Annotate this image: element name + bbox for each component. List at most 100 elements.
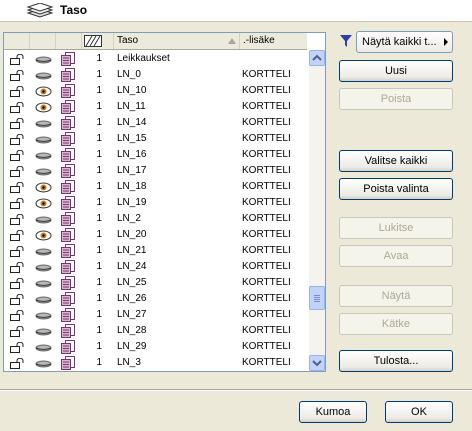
table-row[interactable]: 1 LN_24 KORTTELI <box>4 259 307 275</box>
unlocked-padlock-icon[interactable] <box>10 310 27 321</box>
eye-closed-icon[interactable] <box>35 294 52 305</box>
header-type-column[interactable] <box>56 33 82 49</box>
header-visibility-column[interactable] <box>30 33 56 49</box>
eye-closed-icon[interactable] <box>35 358 52 369</box>
scroll-down-button[interactable] <box>309 355 325 371</box>
table-row[interactable]: 1 LN_10 KORTTELI <box>4 83 307 99</box>
eye-closed-icon[interactable] <box>35 166 52 177</box>
table-row[interactable]: 1 LN_14 KORTTELI <box>4 115 307 131</box>
eye-open-icon[interactable] <box>35 86 52 97</box>
header-suffix-column[interactable]: .-lisäke <box>240 33 307 49</box>
eye-closed-icon[interactable] <box>35 262 52 273</box>
layer-number: 1 <box>96 165 102 176</box>
layer-number: 1 <box>96 277 102 288</box>
unlocked-padlock-icon[interactable] <box>10 214 27 225</box>
eye-closed-icon[interactable] <box>35 118 52 129</box>
layer-name: LN_17 <box>117 165 147 176</box>
ok-button[interactable]: OK <box>385 401 453 423</box>
layer-list[interactable]: Taso .-lisäke 1 Leikkaukset 1 LN_0 KORTTELI 1… <box>3 32 326 372</box>
eye-closed-icon[interactable] <box>35 326 52 337</box>
eye-closed-icon[interactable] <box>35 310 52 321</box>
unlocked-padlock-icon[interactable] <box>10 198 27 209</box>
unlock-button[interactable]: Avaa <box>339 245 453 267</box>
eye-closed-icon[interactable] <box>35 134 52 145</box>
select-all-button[interactable]: Valitse kaikki <box>339 150 453 172</box>
header-lock-column[interactable] <box>4 33 30 49</box>
eye-open-icon[interactable] <box>35 102 52 113</box>
header-suffix-label: .-lisäke <box>243 35 275 46</box>
layer-name: LN_20 <box>117 229 147 240</box>
scroll-up-button[interactable] <box>309 50 325 66</box>
unlocked-padlock-icon[interactable] <box>10 246 27 257</box>
table-row[interactable]: 1 LN_27 KORTTELI <box>4 307 307 323</box>
header-number-column[interactable] <box>82 33 114 49</box>
layer-number: 1 <box>96 261 102 272</box>
layer-name: LN_0 <box>117 69 141 80</box>
unlocked-padlock-icon[interactable] <box>10 150 27 161</box>
table-row[interactable]: 1 LN_25 KORTTELI <box>4 275 307 291</box>
lock-button[interactable]: Lukitse <box>339 217 453 239</box>
table-row[interactable]: 1 LN_11 KORTTELI <box>4 99 307 115</box>
table-row[interactable]: 1 LN_21 KORTTELI <box>4 243 307 259</box>
layer-number: 1 <box>96 213 102 224</box>
unlocked-padlock-icon[interactable] <box>10 182 27 193</box>
table-row[interactable]: 1 LN_16 KORTTELI <box>4 147 307 163</box>
unlocked-padlock-icon[interactable] <box>10 102 27 113</box>
deselect-button[interactable]: Poista valinta <box>339 178 453 200</box>
table-row[interactable]: 1 LN_26 KORTTELI <box>4 291 307 307</box>
layer-number: 1 <box>96 309 102 320</box>
title-bar: Taso <box>0 0 472 22</box>
cancel-button[interactable]: Kumoa <box>299 401 367 423</box>
table-row[interactable]: 1 LN_19 KORTTELI <box>4 195 307 211</box>
filter-dropdown[interactable]: Näytä kaikki t... <box>356 31 453 53</box>
table-row[interactable]: 1 LN_2 KORTTELI <box>4 211 307 227</box>
eye-open-icon[interactable] <box>35 230 52 241</box>
table-row[interactable]: 1 Leikkaukset <box>4 51 307 67</box>
unlocked-padlock-icon[interactable] <box>10 358 27 369</box>
unlocked-padlock-icon[interactable] <box>10 326 27 337</box>
unlocked-padlock-icon[interactable] <box>10 54 27 65</box>
table-row[interactable]: 1 LN_0 KORTTELI <box>4 67 307 83</box>
table-row[interactable]: 1 LN_29 KORTTELI <box>4 339 307 355</box>
unlocked-padlock-icon[interactable] <box>10 166 27 177</box>
layer-number: 1 <box>96 133 102 144</box>
layer-name: LN_19 <box>117 197 147 208</box>
layer-name: Leikkaukset <box>117 53 170 64</box>
unlocked-padlock-icon[interactable] <box>10 86 27 97</box>
table-row[interactable]: 1 LN_20 KORTTELI <box>4 227 307 243</box>
layer-stack-icon <box>61 196 75 210</box>
print-button[interactable]: Tulosta... <box>339 350 453 372</box>
delete-layer-button[interactable]: Poista <box>339 88 453 110</box>
table-row[interactable]: 1 LN_15 KORTTELI <box>4 131 307 147</box>
layer-stack-icon <box>61 276 75 290</box>
unlocked-padlock-icon[interactable] <box>10 342 27 353</box>
eye-closed-icon[interactable] <box>35 54 52 65</box>
unlocked-padlock-icon[interactable] <box>10 278 27 289</box>
layer-stack-icon <box>61 324 75 338</box>
unlocked-padlock-icon[interactable] <box>10 230 27 241</box>
eye-closed-icon[interactable] <box>35 246 52 257</box>
eye-closed-icon[interactable] <box>35 70 52 81</box>
eye-closed-icon[interactable] <box>35 278 52 289</box>
eye-closed-icon[interactable] <box>35 342 52 353</box>
header-name-column[interactable]: Taso <box>114 33 240 49</box>
eye-open-icon[interactable] <box>35 198 52 209</box>
table-row[interactable]: 1 LN_18 KORTTELI <box>4 179 307 195</box>
table-row[interactable]: 1 LN_3 KORTTELI <box>4 355 307 371</box>
unlocked-padlock-icon[interactable] <box>10 134 27 145</box>
hide-button[interactable]: Kätke <box>339 313 453 335</box>
unlocked-padlock-icon[interactable] <box>10 294 27 305</box>
vertical-scrollbar[interactable] <box>309 50 325 371</box>
show-button[interactable]: Näytä <box>339 285 453 307</box>
eye-closed-icon[interactable] <box>35 214 52 225</box>
eye-closed-icon[interactable] <box>35 150 52 161</box>
unlocked-padlock-icon[interactable] <box>10 70 27 81</box>
scroll-thumb[interactable] <box>309 286 325 310</box>
unlocked-padlock-icon[interactable] <box>10 262 27 273</box>
new-layer-button[interactable]: Uusi <box>339 60 453 82</box>
unlocked-padlock-icon[interactable] <box>10 118 27 129</box>
table-row[interactable]: 1 LN_17 KORTTELI <box>4 163 307 179</box>
table-row[interactable]: 1 LN_28 KORTTELI <box>4 323 307 339</box>
layer-stack-icon <box>61 180 75 194</box>
eye-open-icon[interactable] <box>35 182 52 193</box>
